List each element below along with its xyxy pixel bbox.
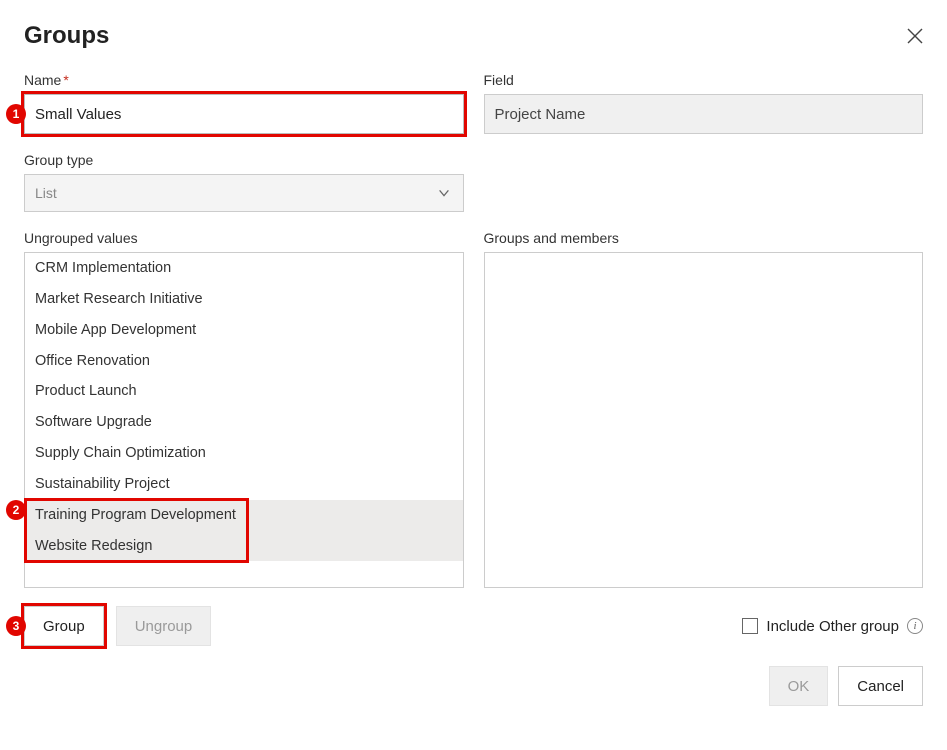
callout-3: 3 [6, 616, 26, 636]
info-icon[interactable]: i [907, 618, 923, 634]
ungrouped-label: Ungrouped values [24, 230, 464, 246]
list-item[interactable]: Mobile App Development [25, 315, 463, 346]
name-label: Name* [24, 72, 464, 88]
include-other-wrap[interactable]: Include Other group i [742, 618, 923, 635]
dialog-title: Groups [24, 22, 109, 50]
members-listbox[interactable] [484, 252, 924, 588]
callout-2: 2 [6, 500, 26, 520]
list-item[interactable]: Market Research Initiative [25, 284, 463, 315]
list-item[interactable]: CRM Implementation [25, 253, 463, 284]
field-label: Field [484, 72, 924, 88]
list-item[interactable]: Office Renovation [25, 346, 463, 377]
grouptype-select[interactable]: List [24, 174, 464, 212]
grouptype-value: List [35, 185, 57, 201]
list-item[interactable]: Product Launch [25, 376, 463, 407]
list-item[interactable]: Software Upgrade [25, 407, 463, 438]
name-input[interactable] [24, 94, 464, 134]
list-item[interactable]: Supply Chain Optimization [25, 438, 463, 469]
include-other-checkbox[interactable] [742, 618, 758, 634]
group-button[interactable]: Group [24, 606, 104, 646]
close-icon[interactable] [907, 28, 923, 44]
list-item[interactable]: Website Redesign [25, 531, 463, 562]
cancel-button[interactable]: Cancel [838, 666, 923, 706]
grouptype-label: Group type [24, 152, 464, 168]
list-item[interactable]: Training Program Development [25, 500, 463, 531]
chevron-down-icon [435, 184, 453, 202]
ungroup-button: Ungroup [116, 606, 212, 646]
include-other-label: Include Other group [766, 618, 899, 635]
ungrouped-listbox[interactable]: CRM ImplementationMarket Research Initia… [24, 252, 464, 588]
ok-button: OK [769, 666, 829, 706]
field-input [484, 94, 924, 134]
members-label: Groups and members [484, 230, 924, 246]
list-item[interactable]: Sustainability Project [25, 469, 463, 500]
callout-1: 1 [6, 104, 26, 124]
